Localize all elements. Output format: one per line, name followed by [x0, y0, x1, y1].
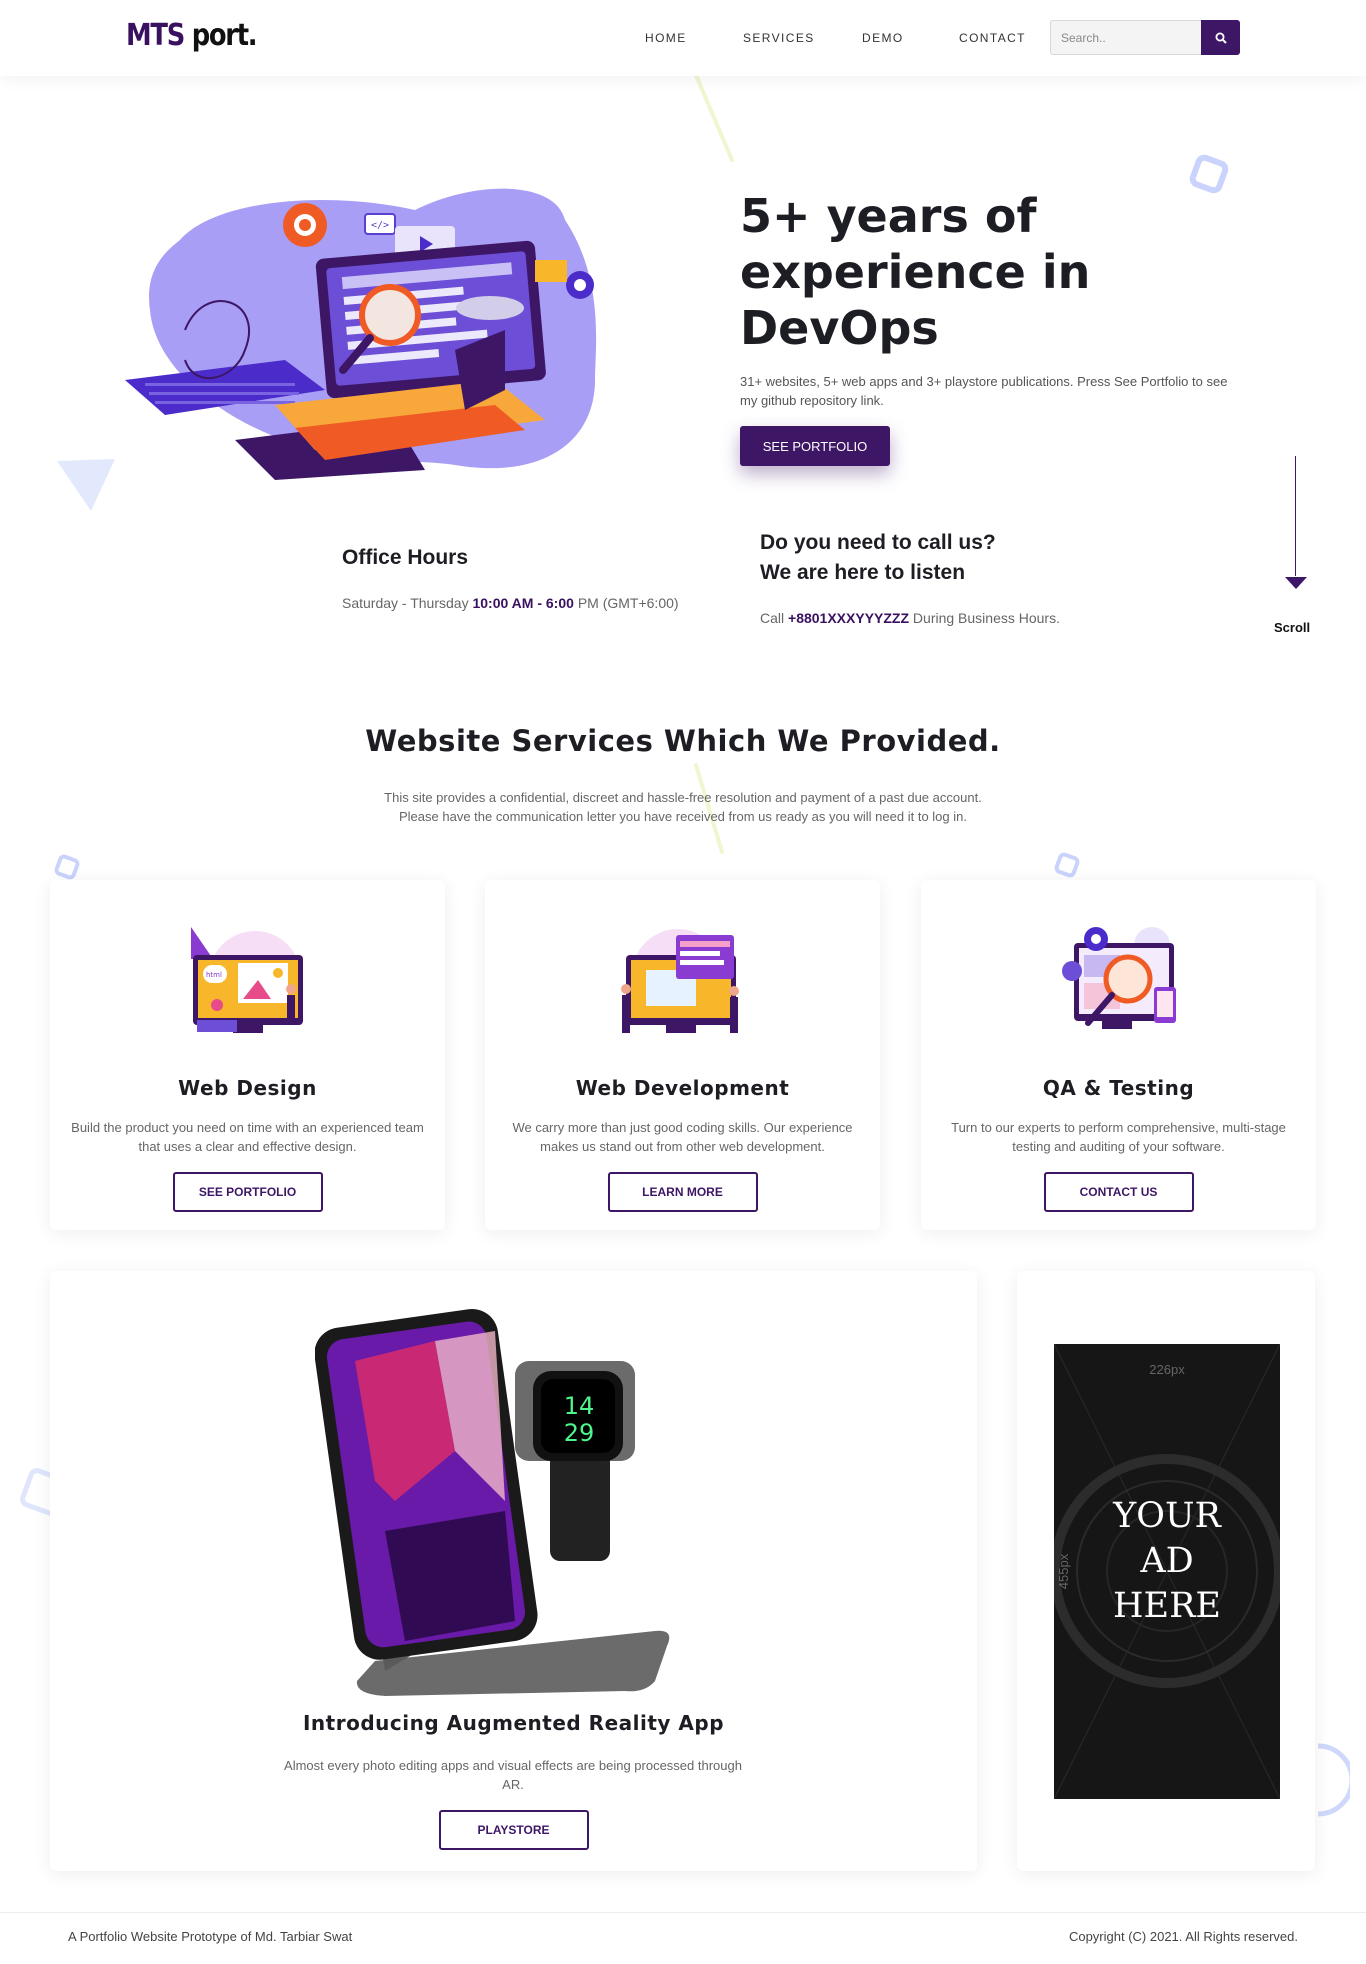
decor-line-shape	[694, 73, 734, 162]
search-button[interactable]	[1201, 20, 1240, 55]
web-development-illustration	[620, 929, 739, 1033]
site-logo[interactable]: MTS port.	[126, 18, 258, 53]
watch-time-hours: 14	[564, 1392, 595, 1420]
web-design-illustration: html	[190, 927, 303, 1033]
services-description: This site provides a confidential, discr…	[283, 788, 1083, 826]
card-text: Turn to our experts to perform comprehen…	[951, 1120, 1286, 1154]
call-title: Do you need to call us? We are here to l…	[760, 528, 996, 588]
ar-title: Introducing Augmented Reality App	[302, 1711, 725, 1735]
ar-product-image: 14 29	[315, 1309, 670, 1696]
decor-square-shape-3	[1054, 852, 1080, 878]
card-title: Web Design	[178, 1076, 317, 1100]
hero-title: 5+ years of experience in DevOps	[740, 189, 1091, 355]
see-portfolio-card-button[interactable]: SEE PORTFOLIO	[172, 1172, 323, 1212]
office-time-suffix: PM (GMT+6:00)	[577, 595, 679, 611]
nav-contact[interactable]: CONTACT	[959, 31, 1026, 45]
footer-divider	[0, 1912, 1366, 1913]
site-header: MTS port. HOME SERVICES DEMO CONTACT	[0, 0, 1366, 76]
search-input[interactable]	[1050, 20, 1202, 55]
call-title-line2: We are here to listen	[760, 561, 966, 584]
contact-us-button[interactable]: CONTACT US	[1043, 1172, 1194, 1212]
ad-width-label: 226px	[1149, 1362, 1185, 1377]
ad-line1: YOUR	[1113, 1496, 1221, 1536]
call-title-line1: Do you need to call us?	[760, 531, 996, 554]
card-title: QA & Testing	[1042, 1076, 1195, 1100]
office-hours-title: Office Hours	[342, 546, 469, 569]
logo-primary: MTS	[126, 18, 185, 53]
gear-icon	[1083, 927, 1108, 951]
ad-placeholder[interactable]: 226px 455px YOUR AD HERE	[1054, 1344, 1280, 1799]
ad-line2: AD	[1140, 1541, 1194, 1581]
playstore-button[interactable]: PLAYSTORE	[438, 1810, 589, 1850]
hero-illustration: </>	[125, 188, 597, 480]
gear-icon	[283, 203, 327, 247]
call-text: Call +8801XXXYYYZZZ During Business Hour…	[760, 610, 1060, 626]
office-time-sep: -	[533, 595, 546, 611]
ar-text: Almost every photo editing apps and visu…	[284, 1758, 742, 1792]
services-description-line2: Please have the communication letter you…	[399, 809, 967, 824]
call-suffix: During Business Hours.	[912, 610, 1060, 626]
card-text: We carry more than just good coding skil…	[512, 1120, 853, 1154]
service-card-web-development: Web Development We carry more than just …	[485, 880, 880, 1230]
card-text: Build the product you need on time with …	[71, 1120, 424, 1154]
logo-secondary: port.	[191, 18, 258, 53]
see-portfolio-button[interactable]: SEE PORTFOLIO	[740, 426, 890, 466]
svg-text:html: html	[206, 971, 222, 979]
call-prefix: Call	[760, 610, 785, 626]
ad-card: 226px 455px YOUR AD HERE	[1017, 1271, 1315, 1871]
ar-app-card: 14 29 Introducing Augmented Reality App …	[50, 1271, 977, 1871]
office-hours-text: Saturday - Thursday 10:00 AM - 6:00 PM (…	[342, 595, 679, 611]
service-card-qa-testing: QA & Testing Turn to our experts to perf…	[921, 880, 1316, 1230]
hero-description: 31+ websites, 5+ web apps and 3+ playsto…	[740, 374, 1228, 408]
decor-triangle-shape	[57, 459, 115, 511]
footer-copyright: Copyright (C) 2021. All Rights reserved.	[1068, 1929, 1298, 1944]
watch-time-minutes: 29	[564, 1419, 595, 1447]
scroll-arrow-icon[interactable]	[1285, 577, 1307, 589]
office-days: Saturday - Thursday	[342, 595, 469, 611]
nav-home[interactable]: HOME	[645, 31, 687, 45]
office-time-open: 10:00 AM	[472, 595, 534, 611]
office-time-close: 6:00	[545, 595, 574, 611]
scroll-line	[1295, 456, 1296, 576]
qa-testing-illustration	[1061, 927, 1176, 1029]
service-card-web-design: html Web Design Build the product you ne…	[50, 880, 445, 1230]
services-title: Website Services Which We Provided.	[365, 724, 1001, 758]
svg-text:</>: </>	[371, 220, 389, 231]
card-title: Web Development	[575, 1076, 790, 1100]
nav-demo[interactable]: DEMO	[862, 31, 904, 45]
scroll-label[interactable]: Scroll	[1274, 620, 1310, 635]
services-description-line1: This site provides a confidential, discr…	[384, 790, 982, 805]
footer-credit: A Portfolio Website Prototype of Md. Tar…	[68, 1929, 353, 1944]
learn-more-button[interactable]: LEARN MORE	[607, 1172, 758, 1212]
decor-square-shape	[1189, 154, 1229, 194]
call-phone-link[interactable]: +8801XXXYYYZZZ	[788, 610, 909, 626]
nav-services[interactable]: SERVICES	[743, 31, 815, 45]
search-icon	[1215, 32, 1227, 44]
ad-line3: HERE	[1113, 1586, 1221, 1626]
